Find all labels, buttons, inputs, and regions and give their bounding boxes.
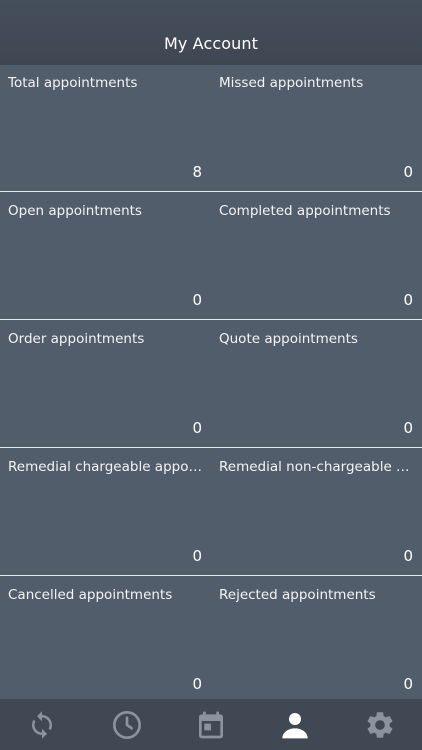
stat-value: 0 — [192, 291, 202, 309]
tab-calendar[interactable] — [169, 699, 253, 750]
app-header: My Account — [0, 0, 422, 65]
stat-value: 0 — [403, 291, 413, 309]
stat-label: Quote appointments — [219, 331, 358, 347]
stat-card-missed: Missed appointments 0 — [211, 65, 422, 191]
page-title: My Account — [164, 34, 258, 53]
stat-value: 0 — [403, 547, 413, 565]
stat-card-remedial-chargeable: Remedial chargeable appointments 0 — [0, 449, 211, 575]
tab-sync[interactable] — [0, 699, 84, 750]
sync-icon — [32, 710, 53, 739]
stat-card-cancelled: Cancelled appointments 0 — [0, 577, 211, 703]
tab-account[interactable] — [253, 699, 337, 750]
stat-value: 0 — [403, 163, 413, 181]
stats-row: Remedial chargeable appointments 0 Remed… — [0, 449, 422, 576]
user-icon — [282, 712, 309, 738]
stats-row: Open appointments 0 Completed appointmen… — [0, 193, 422, 320]
stats-row: Order appointments 0 Quote appointments … — [0, 321, 422, 448]
stat-label: Remedial chargeable appointments — [8, 459, 204, 475]
stat-value: 0 — [192, 419, 202, 437]
stat-card-rejected: Rejected appointments 0 — [211, 577, 422, 703]
stat-label: Completed appointments — [219, 203, 391, 219]
calendar-icon — [199, 711, 224, 738]
stats-row: Total appointments 8 Missed appointments… — [0, 65, 422, 192]
stat-card-total: Total appointments 8 — [0, 65, 211, 191]
stats-grid: Total appointments 8 Missed appointments… — [0, 65, 422, 699]
stats-row: Cancelled appointments 0 Rejected appoin… — [0, 577, 422, 704]
stat-label: Cancelled appointments — [8, 587, 173, 603]
stat-value: 0 — [192, 547, 202, 565]
tab-settings[interactable] — [338, 699, 422, 750]
stat-label: Rejected appointments — [219, 587, 376, 603]
stat-value: 0 — [403, 419, 413, 437]
stat-value: 0 — [403, 675, 413, 693]
stat-label: Missed appointments — [219, 75, 364, 91]
stat-value: 8 — [192, 163, 202, 181]
stat-card-completed: Completed appointments 0 — [211, 193, 422, 319]
stat-card-remedial-non-chargeable: Remedial non-chargeable appointments 0 — [211, 449, 422, 575]
gear-icon — [367, 711, 393, 738]
stat-label: Open appointments — [8, 203, 142, 219]
stat-card-quote: Quote appointments 0 — [211, 321, 422, 447]
clock-icon — [112, 710, 141, 739]
stat-label: Total appointments — [8, 75, 138, 91]
stat-value: 0 — [192, 675, 202, 693]
stat-card-open: Open appointments 0 — [0, 193, 211, 319]
stat-card-order: Order appointments 0 — [0, 321, 211, 447]
stat-label: Remedial non-chargeable appointments — [219, 459, 415, 475]
stat-label: Order appointments — [8, 331, 145, 347]
bottom-tab-bar — [0, 699, 422, 750]
tab-history[interactable] — [84, 699, 168, 750]
